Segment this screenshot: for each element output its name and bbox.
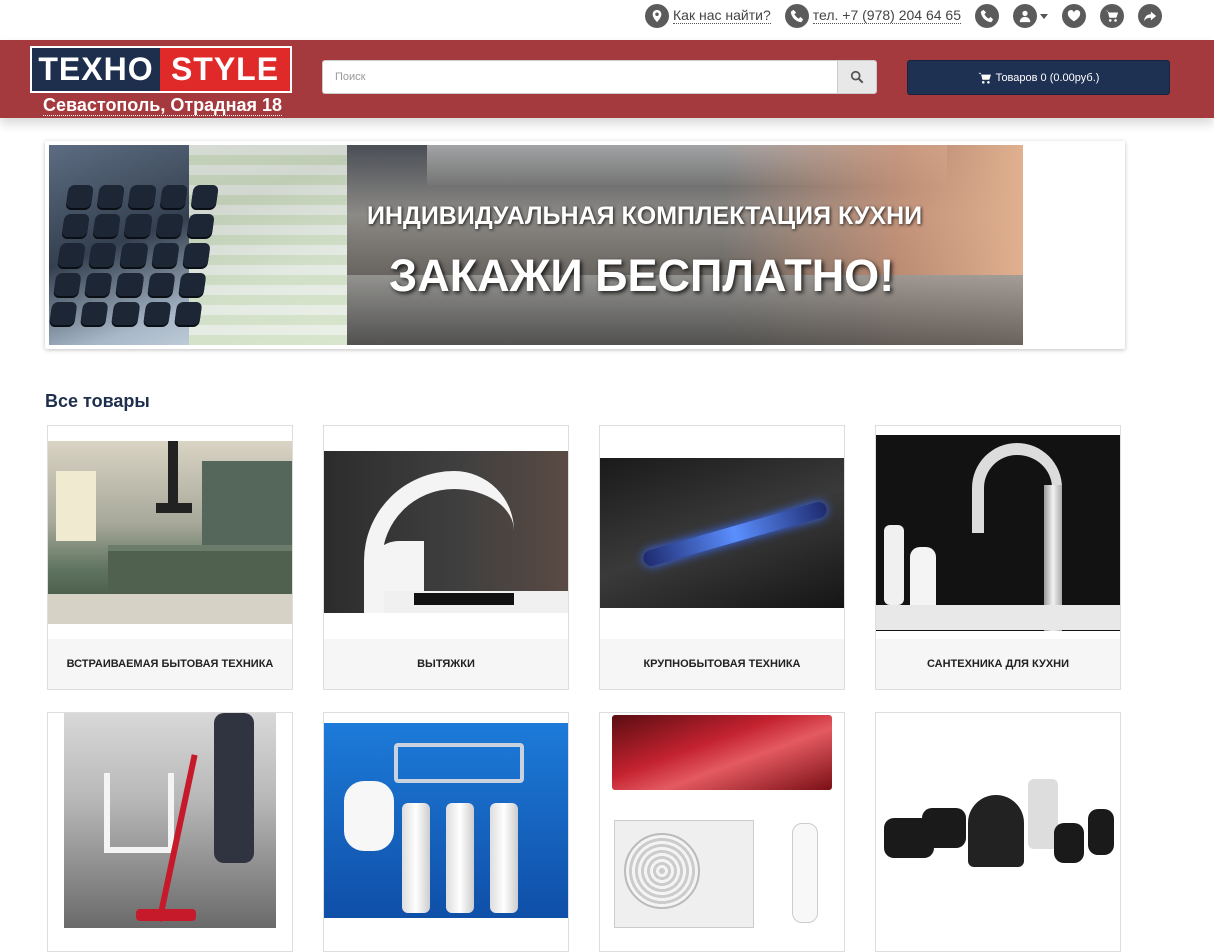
- phone-icon: [784, 4, 809, 28]
- category-card[interactable]: [47, 712, 293, 952]
- banner-cta: ЗАКАЖИ БЕСПЛАТНО!: [389, 250, 895, 301]
- cart-label: Товаров 0 (0.00руб.): [995, 71, 1100, 84]
- banner-headline: ИНДИВИДУАЛЬНАЯ КОМПЛЕКТАЦИЯ КУХНИ: [367, 202, 923, 230]
- account-dropdown[interactable]: [1013, 4, 1048, 28]
- shopping-cart-icon[interactable]: [1100, 4, 1124, 28]
- share-icon[interactable]: [1138, 4, 1162, 28]
- promo-banner-image: ИНДИВИДУАЛЬНАЯ КОМПЛЕКТАЦИЯ КУХНИ ЗАКАЖИ…: [49, 145, 1023, 345]
- site-logo[interactable]: TEXHO STYLE: [30, 46, 292, 93]
- search-button[interactable]: [837, 60, 877, 94]
- category-card[interactable]: [323, 712, 569, 952]
- user-icon: [1013, 4, 1037, 28]
- search-icon: [850, 70, 864, 84]
- search-bar: [322, 60, 877, 94]
- phone-number: тел. +7 (978) 204 64 65: [812, 7, 961, 24]
- category-image: [600, 436, 844, 616]
- category-card[interactable]: [599, 712, 845, 952]
- top-links: Как нас найти? тел. +7 (978) 204 64 65: [645, 4, 1162, 28]
- category-card[interactable]: Вытяжки: [323, 425, 569, 690]
- category-label: Сантехника для кухни: [876, 639, 1120, 689]
- phone-link[interactable]: тел. +7 (978) 204 64 65: [784, 4, 961, 28]
- heart-icon[interactable]: [1062, 4, 1086, 28]
- category-label: Крупнобытовая техника: [600, 639, 844, 689]
- store-address-link[interactable]: Севастополь, Отрадная 18: [43, 96, 283, 116]
- category-card[interactable]: Встраиваемая бытовая техника: [47, 425, 293, 690]
- category-card[interactable]: Сантехника для кухни: [875, 425, 1121, 690]
- kitchen-image: [347, 145, 1023, 345]
- category-card[interactable]: [875, 712, 1121, 952]
- find-us-link[interactable]: Как нас найти?: [645, 4, 771, 28]
- category-image: [876, 435, 1120, 631]
- shopping-cart-icon: [977, 72, 991, 84]
- category-label: Встраиваемая бытовая техника: [48, 639, 292, 689]
- phone-icon[interactable]: [975, 4, 999, 28]
- category-image: [876, 713, 1120, 929]
- map-marker-icon: [645, 4, 670, 28]
- site-header: TEXHO STYLE Севастополь, Отрадная 18 Тов…: [0, 40, 1214, 118]
- calculator-image: [49, 145, 347, 345]
- search-input[interactable]: [322, 60, 837, 94]
- top-utility-bar: Как нас найти? тел. +7 (978) 204 64 65: [0, 0, 1214, 40]
- category-image: [48, 441, 292, 624]
- category-image: [324, 723, 568, 918]
- category-label: Вытяжки: [324, 639, 568, 689]
- category-image: [324, 451, 568, 613]
- find-us-text: Как нас найти?: [673, 7, 771, 24]
- section-title: Все товары: [45, 391, 150, 411]
- logo-part-techno: TEXHO: [32, 48, 160, 91]
- logo-part-style: STYLE: [160, 48, 290, 91]
- promo-banner[interactable]: ИНДИВИДУАЛЬНАЯ КОМПЛЕКТАЦИЯ КУХНИ ЗАКАЖИ…: [45, 141, 1125, 349]
- category-image: [64, 713, 276, 928]
- cart-button[interactable]: Товаров 0 (0.00руб.): [907, 60, 1170, 95]
- category-card[interactable]: Крупнобытовая техника: [599, 425, 845, 690]
- chevron-down-icon: [1040, 13, 1048, 19]
- category-image: [600, 715, 844, 931]
